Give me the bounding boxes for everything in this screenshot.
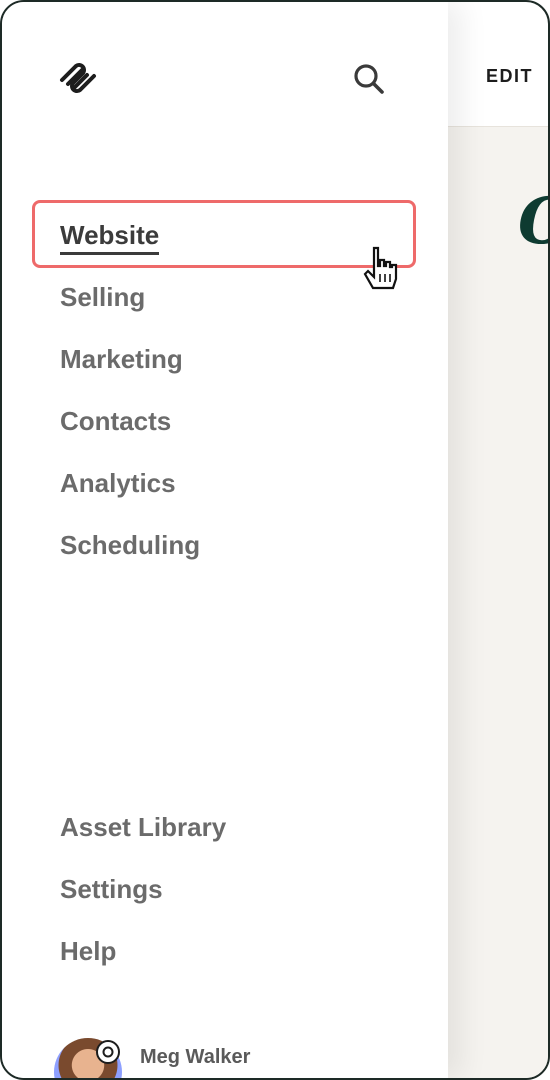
nav-item-label: Help: [60, 936, 117, 966]
nav-item-label: Asset Library: [60, 812, 227, 842]
nav-item-label: Website: [60, 220, 160, 255]
secondary-nav: Asset Library Settings Help: [60, 804, 226, 990]
circle-badge-icon: [96, 1040, 120, 1064]
nav-item-help[interactable]: Help: [60, 928, 226, 990]
nav-item-marketing[interactable]: Marketing: [60, 336, 200, 398]
nav-item-label: Analytics: [60, 468, 176, 498]
search-icon[interactable]: [352, 62, 386, 96]
sidebar: Website Selling Marketing Contacts Analy…: [2, 2, 448, 1078]
nav-item-label: Marketing: [60, 344, 183, 374]
nav-item-label: Selling: [60, 282, 146, 312]
nav-item-analytics[interactable]: Analytics: [60, 460, 200, 522]
nav-item-asset-library[interactable]: Asset Library: [60, 804, 226, 866]
nav-item-selling[interactable]: Selling: [60, 274, 200, 336]
user-email-placeholder: [140, 1074, 340, 1078]
account-menu[interactable]: Meg Walker: [54, 1038, 384, 1078]
nav-item-contacts[interactable]: Contacts: [60, 398, 200, 460]
nav-item-scheduling[interactable]: Scheduling: [60, 522, 200, 584]
nav-item-website[interactable]: Website: [60, 212, 200, 274]
squarespace-logo-icon[interactable]: [56, 58, 100, 98]
user-name: Meg Walker: [140, 1046, 251, 1068]
nav-item-settings[interactable]: Settings: [60, 866, 226, 928]
hand-pointer-icon: [363, 246, 398, 290]
preview-heading-fragment: O: [518, 190, 548, 254]
edit-button[interactable]: EDIT: [486, 66, 533, 87]
site-preview: EDIT O: [446, 30, 548, 1078]
nav-item-label: Contacts: [60, 406, 172, 436]
nav-item-label: Scheduling: [60, 530, 201, 560]
primary-nav: Website Selling Marketing Contacts Analy…: [60, 212, 200, 584]
app-window: EDIT O Website Selling Marketing Contact…: [0, 0, 550, 1080]
nav-item-label: Settings: [60, 874, 163, 904]
preview-toolbar: EDIT: [446, 30, 548, 127]
